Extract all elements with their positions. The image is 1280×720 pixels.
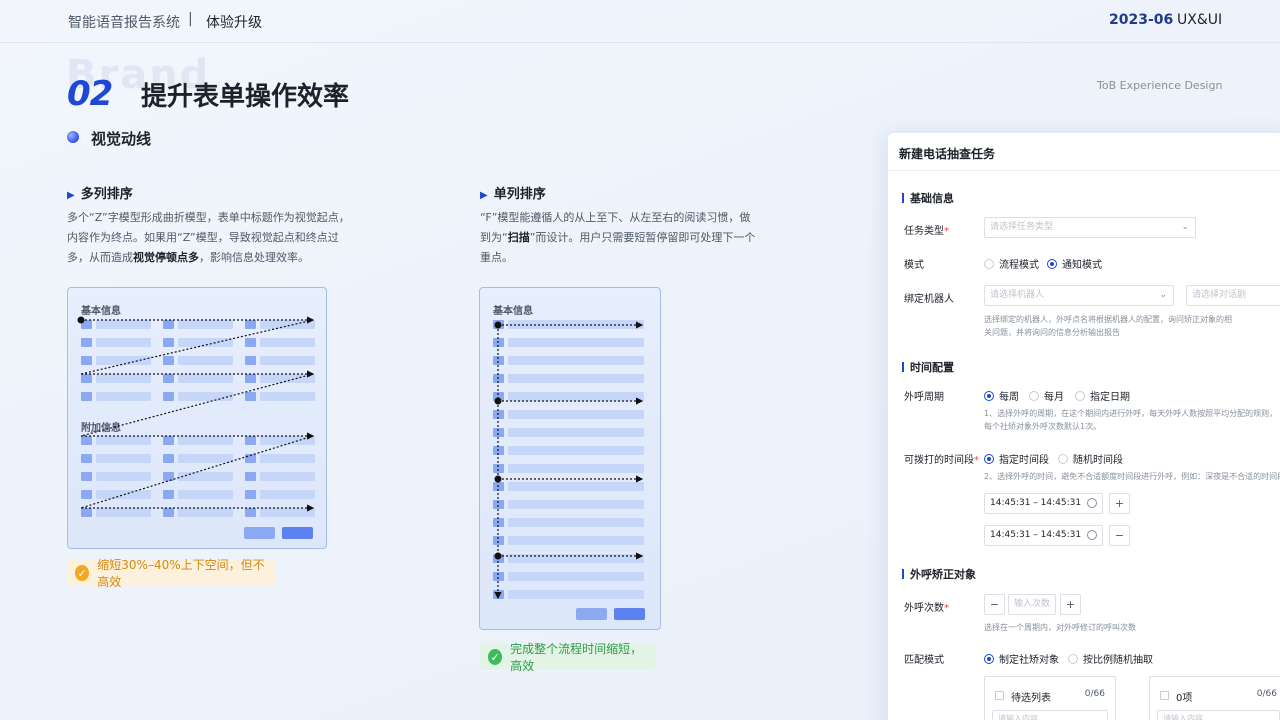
- reading-path-segment: [80, 435, 314, 509]
- list-search-input[interactable]: 请输入内容: [992, 710, 1108, 720]
- right-heading: ▶ 单列排序: [480, 183, 546, 202]
- page-tagline: ToB Experience Design: [1097, 79, 1223, 92]
- chevron-down-icon: ⌄: [1159, 290, 1167, 300]
- list-search-input[interactable]: 请输入内容: [1157, 710, 1280, 720]
- remove-time-range-button[interactable]: −: [1109, 525, 1130, 546]
- reading-path-segment: [80, 373, 314, 437]
- task-type-select[interactable]: 请选择任务类型 ⌄: [984, 217, 1196, 238]
- clock-icon: [1087, 530, 1097, 540]
- call-count-label: 外呼次数*: [904, 603, 949, 614]
- count-decrement-button[interactable]: −: [984, 594, 1005, 615]
- right-note: ✓ 完成整个流程时间缩短，高效: [480, 642, 656, 673]
- script-select[interactable]: 请选择对话剧: [1186, 285, 1280, 306]
- right-text-bold: 扫描: [507, 231, 530, 244]
- header-tag: UX&UI: [1177, 12, 1223, 28]
- match-mode-label: 匹配模式: [904, 655, 944, 666]
- cycle-radio-weekly[interactable]: 每周: [984, 388, 1019, 403]
- cycle-help-text: 1、选择外呼的周期，在这个期间内进行外呼，每天外呼人数按照平均分配的规则，每个社…: [984, 409, 1278, 431]
- list-count: 0/66: [1084, 689, 1105, 699]
- match-radio-random[interactable]: 按比例随机抽取: [1068, 651, 1153, 666]
- cycle-radio-monthly[interactable]: 每月: [1029, 388, 1064, 403]
- page-title: 提升表单操作效率: [141, 82, 350, 112]
- left-description: 多个“Z”字模型形成曲折模型，表单中标题作为视觉起点，内容作为终点。如果用“Z”…: [67, 208, 357, 268]
- cycle-label: 外呼周期: [904, 392, 944, 403]
- new-task-form-panel: 新建电话抽查任务 基础信息 任务类型* 请选择任务类型 ⌄ 模式 流程模式 通知模…: [888, 133, 1280, 720]
- clock-icon: [1087, 498, 1097, 508]
- left-text-2: ，影响信息处理效率。: [199, 251, 309, 264]
- match-radio-specified[interactable]: 制定社矫对象: [984, 651, 1059, 666]
- panel-header: 新建电话抽查任务: [888, 133, 1280, 171]
- time-range-input-2[interactable]: 14:45:31 – 14:45:31: [984, 525, 1103, 546]
- right-note-text: 完成整个流程时间缩短，高效: [510, 642, 643, 673]
- check-circle-icon: ✓: [75, 565, 90, 581]
- right-description: “F”模型能遵循人的从上至下、从左至右的阅读习惯，做到为“扫描”而设计。用户只需…: [480, 208, 760, 268]
- reading-path-arrows: [494, 321, 644, 600]
- transfer-list-source: 待选列表 0/66 请输入内容: [984, 676, 1116, 720]
- header-subtitle: 体验升级: [206, 15, 262, 31]
- section-dot-icon: [67, 131, 79, 143]
- cycle-radio-date[interactable]: 指定日期: [1075, 388, 1130, 403]
- panel-title: 新建电话抽查任务: [899, 147, 996, 161]
- call-count-help-text: 选择在一个周期内，对外呼修订的呼叫次数: [984, 623, 1136, 632]
- period-radio-fixed[interactable]: 指定时间段: [984, 451, 1049, 466]
- multi-column-form-mock: 基本信息 附加信息: [67, 287, 327, 549]
- triangle-right-icon: ▶: [480, 190, 488, 201]
- period-label: 可拨打的时间段*: [904, 455, 979, 466]
- section-basic-info: 基础信息: [902, 190, 954, 206]
- reading-path-segment: [80, 319, 314, 375]
- section-title: 视觉动线: [91, 130, 152, 148]
- robot-label: 绑定机器人: [904, 294, 954, 305]
- period-radio-random[interactable]: 随机时间段: [1058, 451, 1123, 466]
- section-time-config: 时间配置: [902, 359, 954, 375]
- left-note-text: 缩短30%–40%上下空间，但不高效: [97, 558, 265, 589]
- top-bar: 智能语音报告系统 | 体验升级 2023-06 UX&UI: [0, 0, 1280, 43]
- left-note: ✓ 缩短30%–40%上下空间，但不高效: [67, 558, 276, 589]
- time-range-input-1[interactable]: 14:45:31 – 14:45:31: [984, 493, 1103, 514]
- header-separator: |: [188, 11, 193, 27]
- list-count: 0/66: [1256, 689, 1277, 699]
- left-heading: ▶ 多列排序: [67, 183, 133, 202]
- left-heading-text: 多列排序: [80, 187, 133, 202]
- count-increment-button[interactable]: +: [1060, 594, 1081, 615]
- transfer-list-target: 0项 0/66 请输入内容: [1149, 676, 1280, 720]
- add-time-range-button[interactable]: +: [1109, 493, 1130, 514]
- header-date: 2023-06: [1109, 12, 1174, 28]
- list-title: 0项: [1176, 693, 1193, 704]
- section-number: 02: [67, 74, 113, 114]
- select-all-checkbox[interactable]: [995, 691, 1004, 700]
- right-heading-text: 单列排序: [493, 187, 546, 202]
- check-circle-icon: ✓: [488, 649, 503, 665]
- reading-path-arrows: [77, 316, 315, 512]
- triangle-right-icon: ▶: [67, 190, 75, 201]
- mode-radio-flow[interactable]: 流程模式: [984, 256, 1039, 271]
- mode-label: 模式: [904, 260, 924, 271]
- chevron-down-icon: ⌄: [1181, 222, 1189, 232]
- mode-radio-notify[interactable]: 通知模式: [1047, 256, 1102, 271]
- list-title: 待选列表: [1011, 693, 1051, 704]
- single-column-form-mock: 基本信息: [479, 287, 661, 630]
- select-all-checkbox[interactable]: [1160, 691, 1169, 700]
- robot-help-text: 选择绑定的机器人，外呼点名将根据机器人的配置，询问矫正对象的相关问题，并将询问的…: [984, 315, 1232, 337]
- left-text-bold: 视觉停顿点多: [133, 251, 199, 264]
- robot-select[interactable]: 请选择机器人 ⌄: [984, 285, 1174, 306]
- period-help-text: 2、选择外呼的时间，避免不合适额度时间段进行外呼，例如：深夜是不合适的时间段: [984, 472, 1280, 481]
- brand-name: 智能语音报告系统: [68, 15, 180, 31]
- section-call-target: 外呼矫正对象: [902, 566, 976, 582]
- call-count-input[interactable]: 输入次数: [1008, 594, 1056, 615]
- task-type-label: 任务类型*: [904, 226, 949, 237]
